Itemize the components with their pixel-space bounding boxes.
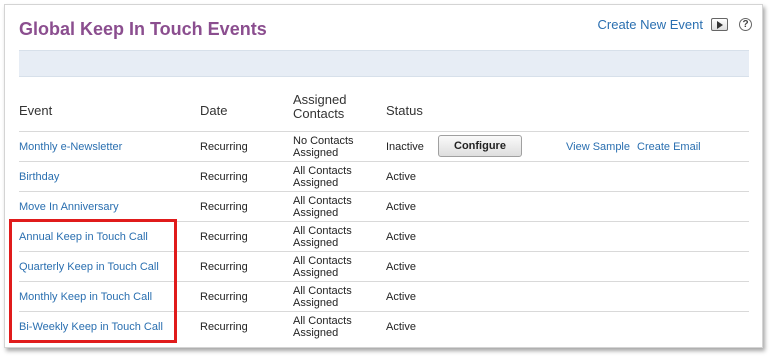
status-cell: Active: [386, 290, 416, 303]
header-assigned-line2: Contacts: [293, 106, 345, 121]
header-assigned-contacts: Assigned Contacts: [293, 93, 346, 121]
event-link[interactable]: Monthly Keep in Touch Call: [19, 291, 152, 303]
table-row: Move In Anniversary Recurring All Contac…: [19, 192, 749, 222]
event-cell: Monthly Keep in Touch Call: [19, 282, 152, 311]
contacts-line2: Assigned: [293, 206, 339, 219]
header-event: Event: [19, 103, 53, 118]
contacts-cell: All Contacts Assigned: [293, 282, 352, 311]
header-actions: Create New Event ?: [598, 17, 752, 32]
date-cell: Recurring: [200, 320, 248, 333]
contacts-line1: All Contacts: [293, 164, 352, 177]
status-cell: Inactive: [386, 140, 424, 153]
contacts-cell: All Contacts Assigned: [293, 222, 352, 251]
play-icon[interactable]: [711, 18, 728, 31]
help-icon[interactable]: ?: [739, 18, 752, 31]
contacts-line1: All Contacts: [293, 194, 352, 207]
table-row: Quarterly Keep in Touch Call Recurring A…: [19, 252, 749, 282]
contacts-line2: Assigned: [293, 146, 339, 159]
event-link[interactable]: Annual Keep in Touch Call: [19, 231, 148, 243]
event-cell: Birthday: [19, 162, 59, 191]
contacts-line1: All Contacts: [293, 224, 352, 237]
date-cell: Recurring: [200, 200, 248, 213]
events-panel: Global Keep In Touch Events Create New E…: [4, 4, 763, 348]
event-cell: Monthly e-Newsletter: [19, 132, 122, 161]
contacts-line1: All Contacts: [293, 254, 352, 267]
status-cell: Active: [386, 230, 416, 243]
table-row: Birthday Recurring All Contacts Assigned …: [19, 162, 749, 192]
table-row: Annual Keep in Touch Call Recurring All …: [19, 222, 749, 252]
event-link[interactable]: Bi-Weekly Keep in Touch Call: [19, 321, 163, 333]
contacts-line1: All Contacts: [293, 314, 352, 327]
contacts-line2: Assigned: [293, 266, 339, 279]
table-row: Monthly Keep in Touch Call Recurring All…: [19, 282, 749, 312]
event-cell: Move In Anniversary: [19, 192, 119, 221]
header-assigned-line1: Assigned: [293, 92, 347, 107]
date-cell: Recurring: [200, 140, 248, 153]
contacts-cell: All Contacts Assigned: [293, 252, 352, 281]
contacts-line2: Assigned: [293, 296, 339, 309]
table-header: Event Date Assigned Contacts Status: [19, 90, 749, 132]
contacts-line2: Assigned: [293, 326, 339, 339]
contacts-line1: No Contacts: [293, 134, 354, 147]
status-cell: Active: [386, 200, 416, 213]
contacts-line1: All Contacts: [293, 284, 352, 297]
page-title: Global Keep In Touch Events: [19, 19, 267, 39]
configure-button[interactable]: Configure: [438, 135, 522, 157]
view-sample-link[interactable]: View Sample: [566, 132, 630, 161]
contacts-cell: All Contacts Assigned: [293, 162, 352, 191]
event-link[interactable]: Quarterly Keep in Touch Call: [19, 261, 159, 273]
event-link[interactable]: Birthday: [19, 171, 59, 183]
event-cell: Annual Keep in Touch Call: [19, 222, 148, 251]
contacts-cell: All Contacts Assigned: [293, 192, 352, 221]
header-date: Date: [200, 103, 228, 118]
contacts-line2: Assigned: [293, 236, 339, 249]
table-row: Bi-Weekly Keep in Touch Call Recurring A…: [19, 312, 749, 341]
create-email-link[interactable]: Create Email: [637, 132, 701, 161]
date-cell: Recurring: [200, 230, 248, 243]
date-cell: Recurring: [200, 260, 248, 273]
table-row: Monthly e-Newsletter Recurring No Contac…: [19, 132, 749, 162]
contacts-cell: All Contacts Assigned: [293, 312, 352, 341]
status-cell: Active: [386, 320, 416, 333]
events-table: Event Date Assigned Contacts Status Mont…: [19, 90, 749, 341]
event-link[interactable]: Monthly e-Newsletter: [19, 141, 122, 153]
event-cell: Bi-Weekly Keep in Touch Call: [19, 312, 163, 341]
create-new-event-link[interactable]: Create New Event: [598, 17, 704, 32]
contacts-line2: Assigned: [293, 176, 339, 189]
date-cell: Recurring: [200, 290, 248, 303]
header-status: Status: [386, 103, 423, 118]
toolbar-band: [19, 50, 749, 77]
status-cell: Active: [386, 260, 416, 273]
event-cell: Quarterly Keep in Touch Call: [19, 252, 159, 281]
status-cell: Active: [386, 170, 416, 183]
event-link[interactable]: Move In Anniversary: [19, 201, 119, 213]
contacts-cell: No Contacts Assigned: [293, 132, 354, 161]
date-cell: Recurring: [200, 170, 248, 183]
